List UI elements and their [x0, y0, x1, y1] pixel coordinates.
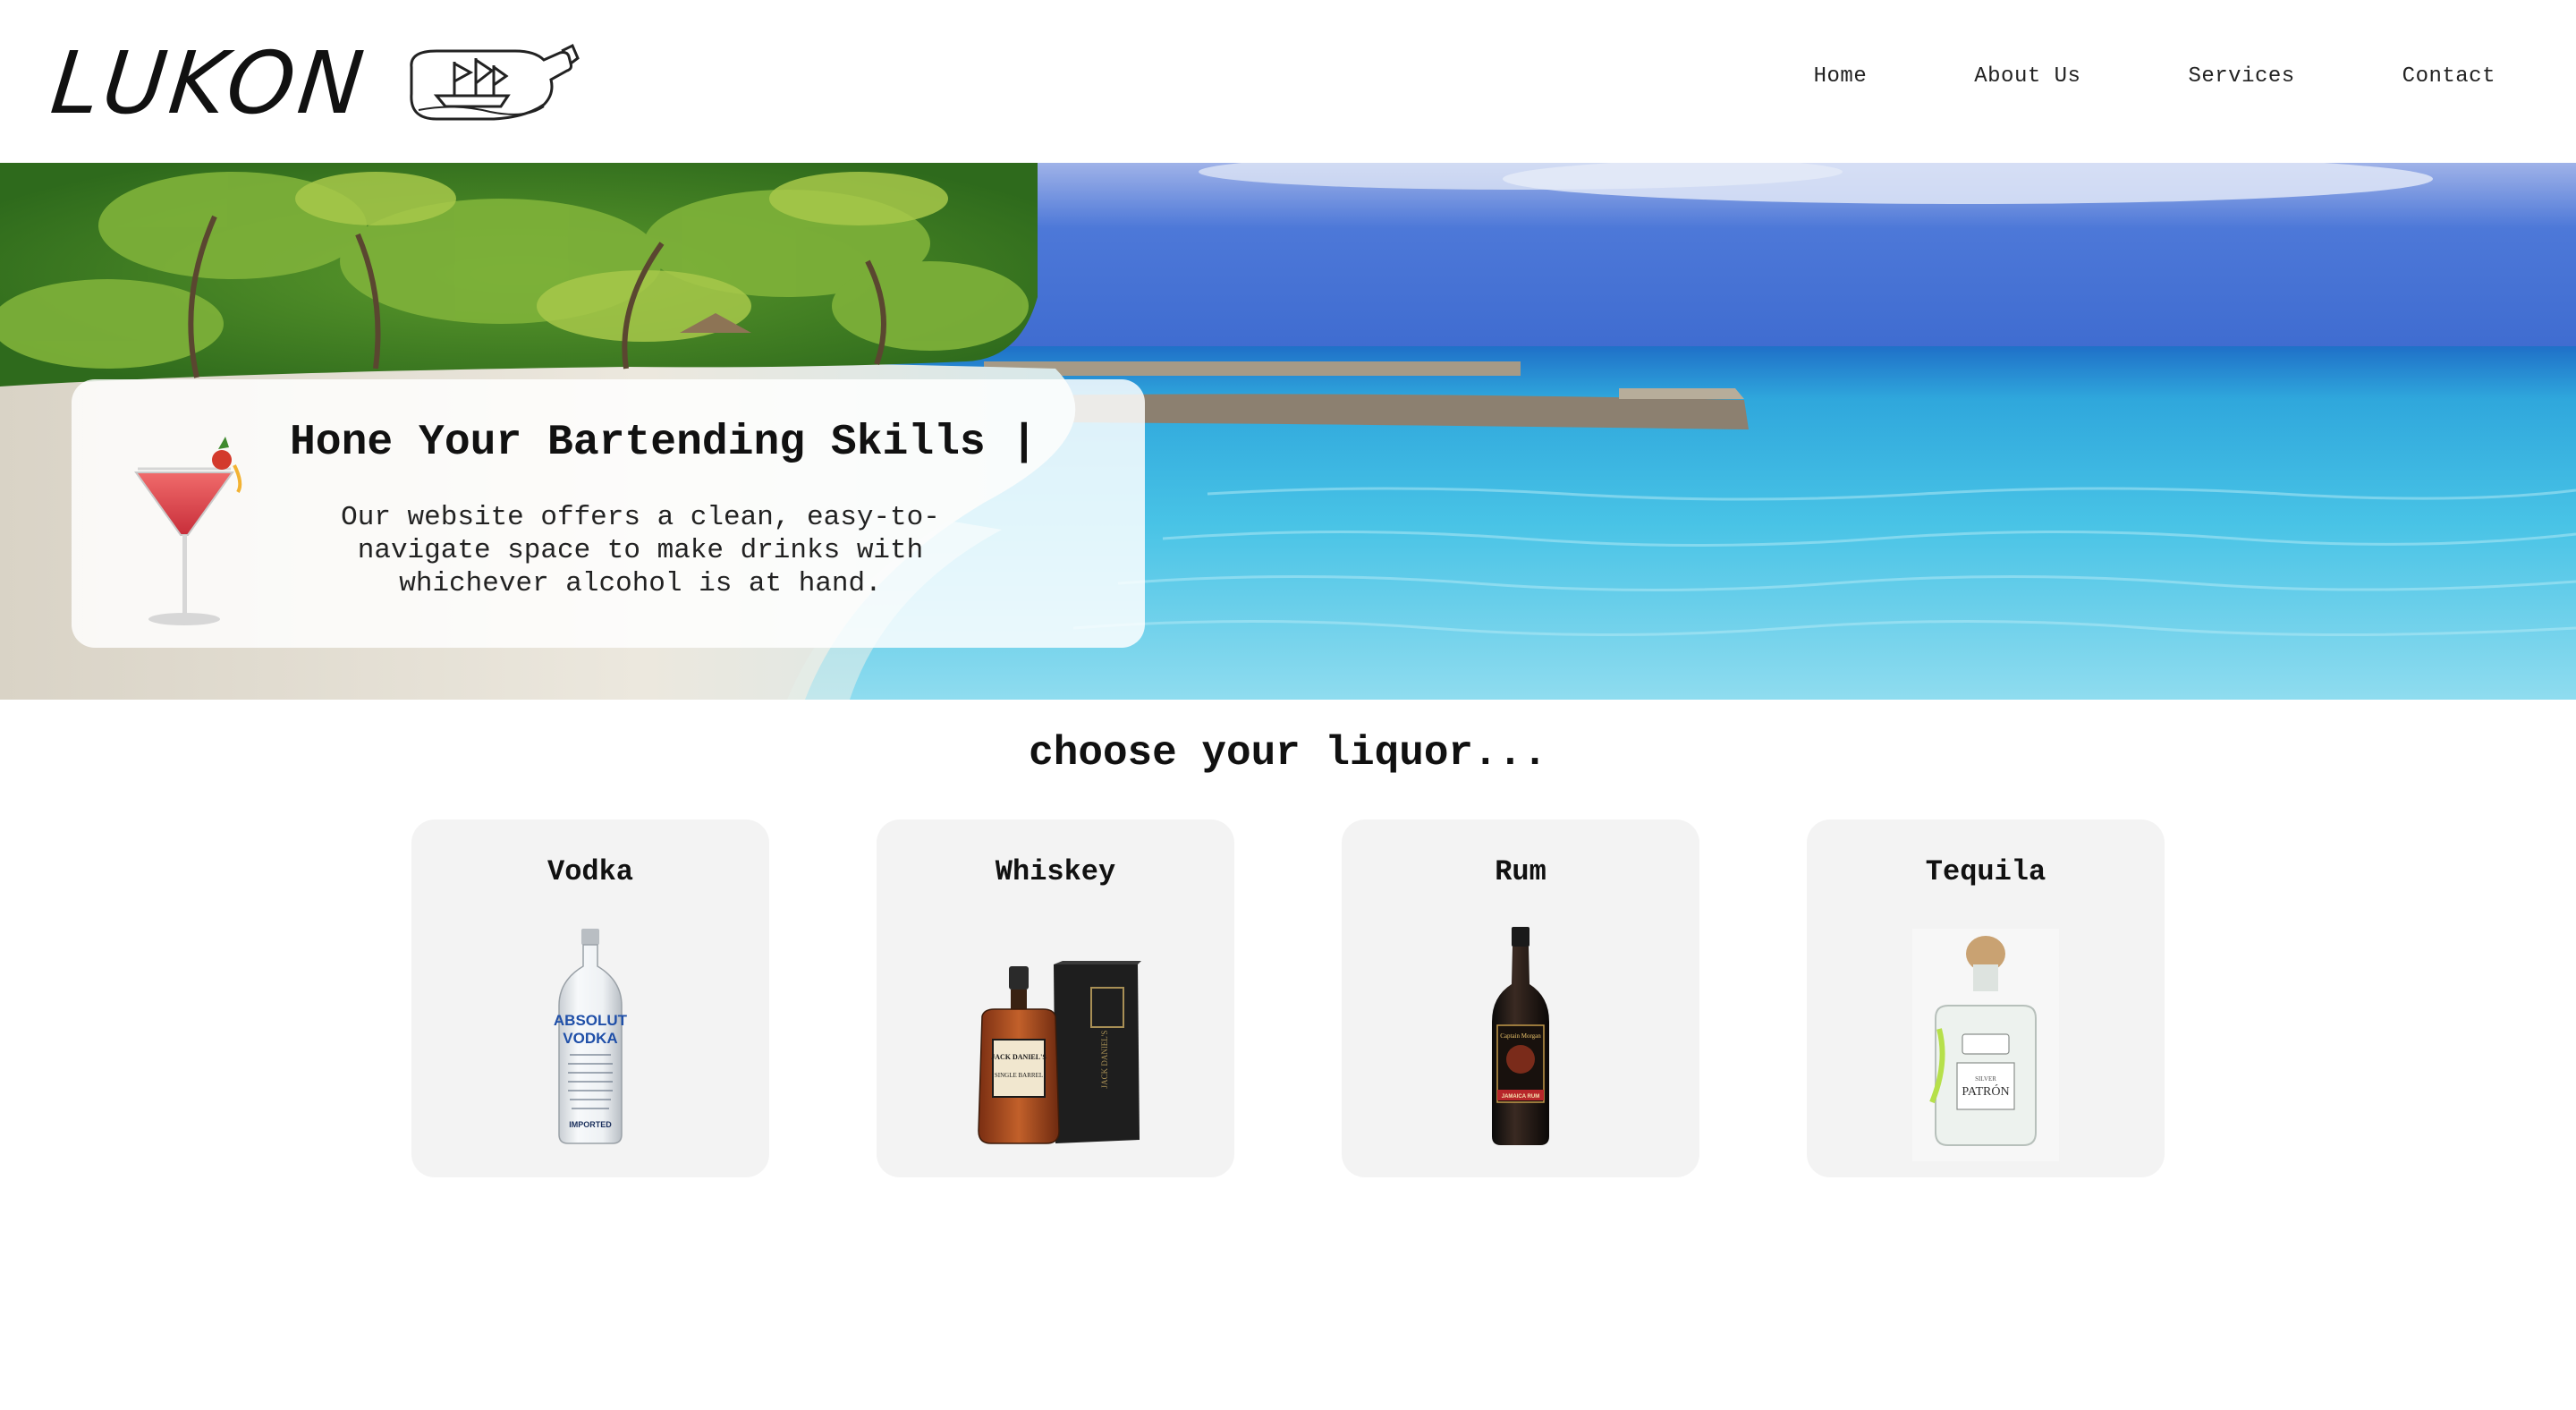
vodka-label-brand: ABSOLUT — [554, 1012, 628, 1029]
card-title: Rum — [1495, 855, 1546, 888]
section-title: choose your liquor... — [1029, 730, 1547, 777]
hero-card: Hone Your Bartending Skills | Our websit… — [72, 379, 1145, 648]
nav-services[interactable]: Services — [2188, 64, 2294, 89]
rum-label-type: JAMAICA RUM — [1502, 1094, 1539, 1100]
liquor-card-rum[interactable]: Rum Captain Morgan JAMAICA RUM — [1342, 820, 1699, 1177]
tequila-label-brand: PATRÓN — [1962, 1083, 2009, 1099]
hero-title: Hone Your Bartending Skills | — [290, 419, 1038, 467]
site-header: LUKON Home About Us Services Contact — [0, 0, 2576, 163]
nav-about-us[interactable]: About Us — [1974, 64, 2080, 89]
rum-bottle-image: Captain Morgan JAMAICA RUM — [1492, 927, 1549, 1145]
brand-logo[interactable]: LUKON — [47, 33, 580, 133]
nav-home[interactable]: Home — [1814, 64, 1868, 89]
main-nav: Home About Us Services Contact — [1814, 64, 2496, 89]
liquor-card-list: Vodka ABSOLUT VODKA IMPORTED Whiskey JAC… — [411, 820, 2165, 1177]
vodka-label-footer: IMPORTED — [569, 1120, 612, 1129]
tequila-bottle-image: SILVER PATRÓN — [1912, 929, 2059, 1161]
liquor-card-tequila[interactable]: Tequila SILVER PATRÓN — [1807, 820, 2165, 1177]
card-title: Vodka — [547, 855, 633, 888]
tequila-label-type: SILVER — [1975, 1075, 1996, 1083]
brand-name: LUKON — [47, 33, 372, 133]
hero-description: Our website offers a clean, easy-to-navi… — [341, 502, 940, 599]
liquor-card-vodka[interactable]: Vodka ABSOLUT VODKA IMPORTED — [411, 820, 769, 1177]
whiskey-bottle-image: JACK DANIEL'S JACK DANIEL'S SINGLE BARRE… — [978, 961, 1141, 1144]
vodka-label-type: VODKA — [563, 1030, 617, 1047]
rum-label-brand: Captain Morgan — [1500, 1032, 1541, 1040]
vodka-bottle-image: ABSOLUT VODKA IMPORTED — [554, 929, 628, 1144]
card-title: Tequila — [1925, 855, 2046, 888]
liquor-card-whiskey[interactable]: Whiskey JACK DANIEL'S JACK DANIEL'S SING… — [877, 820, 1234, 1177]
whiskey-box-label: JACK DANIEL'S — [1100, 1031, 1109, 1089]
nav-contact[interactable]: Contact — [2402, 64, 2496, 89]
cocktail-glass-icon — [134, 437, 242, 625]
whiskey-label-type: SINGLE BARREL — [995, 1072, 1043, 1079]
ship-in-bottle-icon — [409, 43, 580, 121]
card-title: Whiskey — [995, 855, 1116, 888]
hero-banner: Hone Your Bartending Skills | Our websit… — [0, 163, 2576, 700]
whiskey-label-brand: JACK DANIEL'S — [991, 1053, 1046, 1061]
